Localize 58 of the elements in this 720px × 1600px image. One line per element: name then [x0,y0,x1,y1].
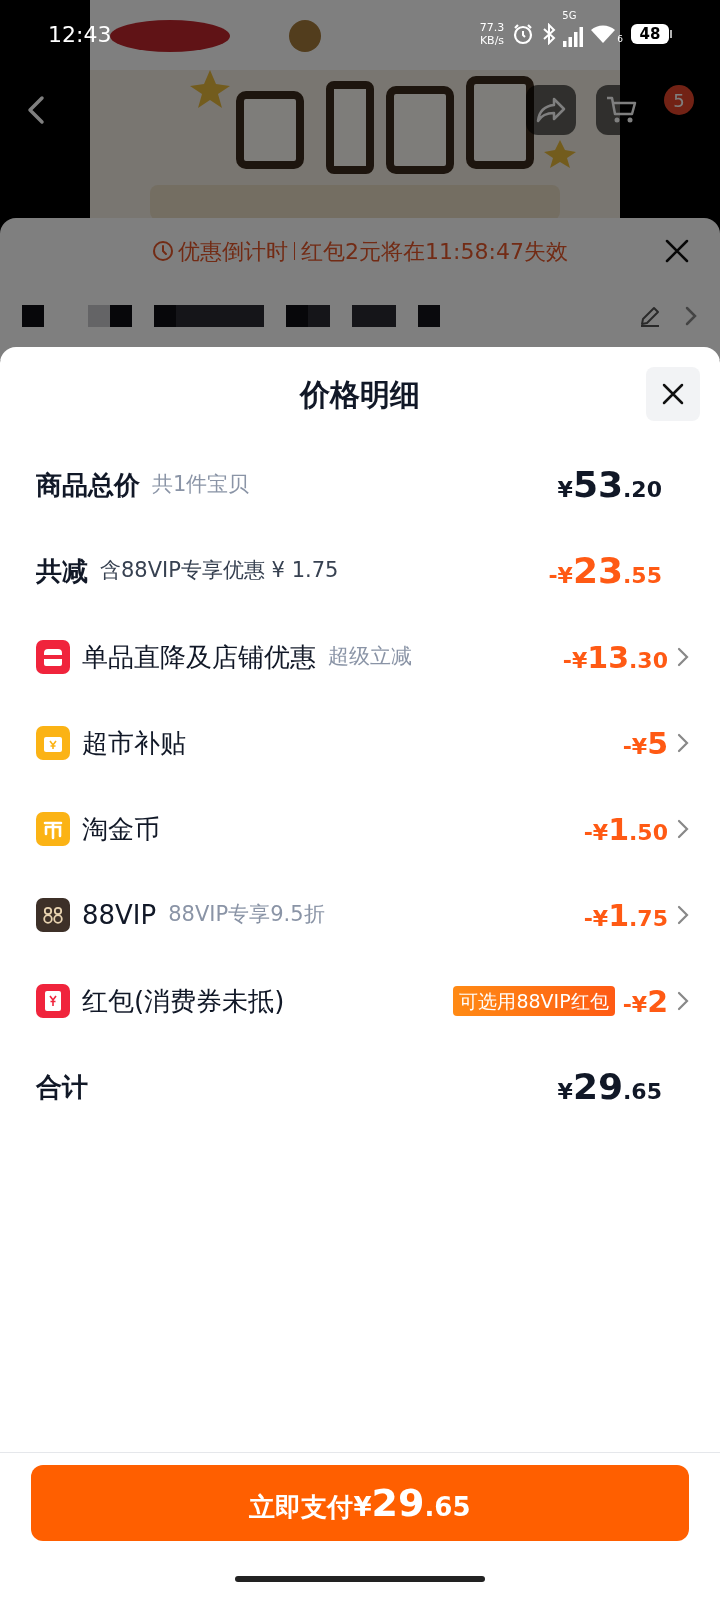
back-icon[interactable] [26,95,46,125]
discount-row[interactable]: 超市补贴 -¥5 [0,700,720,786]
cart-count-badge: 5 [664,85,694,115]
price-amount: ¥53.20 [557,463,662,507]
badge-icon [36,898,70,932]
price-amount: -¥2 [622,982,668,1021]
price-amount: -¥23.55 [548,549,662,593]
row-note: 88VIP专享9.5折 [168,901,325,929]
chevron-right-icon[interactable] [684,305,698,327]
row-label: 共减 [36,554,88,588]
pencil-icon[interactable] [638,304,662,328]
countdown-message: 红包2元将在11:58:47失效 [301,237,568,266]
discount-row[interactable]: 淘金币 -¥1.50 [0,786,720,872]
chevron-right-icon [676,904,690,926]
cart-icon [605,95,637,125]
network-speed-unit: KB/s [479,34,505,47]
envelope-icon [36,984,70,1018]
row-label: 88VIP [82,898,157,932]
battery-level: 48 [631,24,669,44]
offer-tag: 可选用88VIP红包 [453,986,615,1016]
alarm-icon [512,23,535,45]
discount-row[interactable]: 红包(消费券未抵) 可选用88VIP红包 -¥2 [0,958,720,1044]
gift-box-icon [36,726,70,760]
network-speed: 77.3 [479,21,505,34]
coin-icon [36,812,70,846]
sheet-title: 价格明细 [300,376,420,414]
row-label: 超市补贴 [82,726,186,760]
row-label: 商品总价 [36,468,140,502]
countdown-label: 优惠倒计时 [178,237,289,266]
chevron-right-icon [676,646,690,668]
close-icon[interactable] [664,238,690,264]
signal-icon [562,27,585,47]
price-amount: -¥13.30 [562,638,668,677]
network-type: 5G [562,11,577,21]
row-label: 合计 [36,1070,88,1104]
row-note: 共1件宝贝 [152,471,250,499]
row-note: 含88VIP专享优惠 ¥ 1.75 [100,557,339,585]
price-amount: -¥1.75 [583,896,668,935]
close-icon [661,382,685,406]
price-amount: -¥1.50 [583,810,668,849]
status-time: 12:43 [48,20,112,49]
wifi-label: 6 [617,35,623,44]
row-label: 淘金币 [82,812,160,846]
clock-icon [152,240,175,262]
chevron-right-icon [676,990,690,1012]
wifi-icon [590,24,617,44]
share-icon [536,97,566,123]
store-icon [36,640,70,674]
chevron-right-icon [676,818,690,840]
chevron-right-icon [676,732,690,754]
row-note: 超级立减 [328,643,412,671]
price-amount: ¥29.65 [557,1065,662,1109]
price-amount: -¥5 [622,724,668,763]
row-label: 单品直降及店铺优惠 [82,640,316,674]
row-label: 红包(消费券未抵) [82,984,285,1018]
discount-row[interactable]: 单品直降及店铺优惠 超级立减 -¥13.30 [0,614,720,700]
discount-row[interactable]: 88VIP 88VIP专享9.5折 -¥1.75 [0,872,720,958]
close-button[interactable] [646,367,700,421]
